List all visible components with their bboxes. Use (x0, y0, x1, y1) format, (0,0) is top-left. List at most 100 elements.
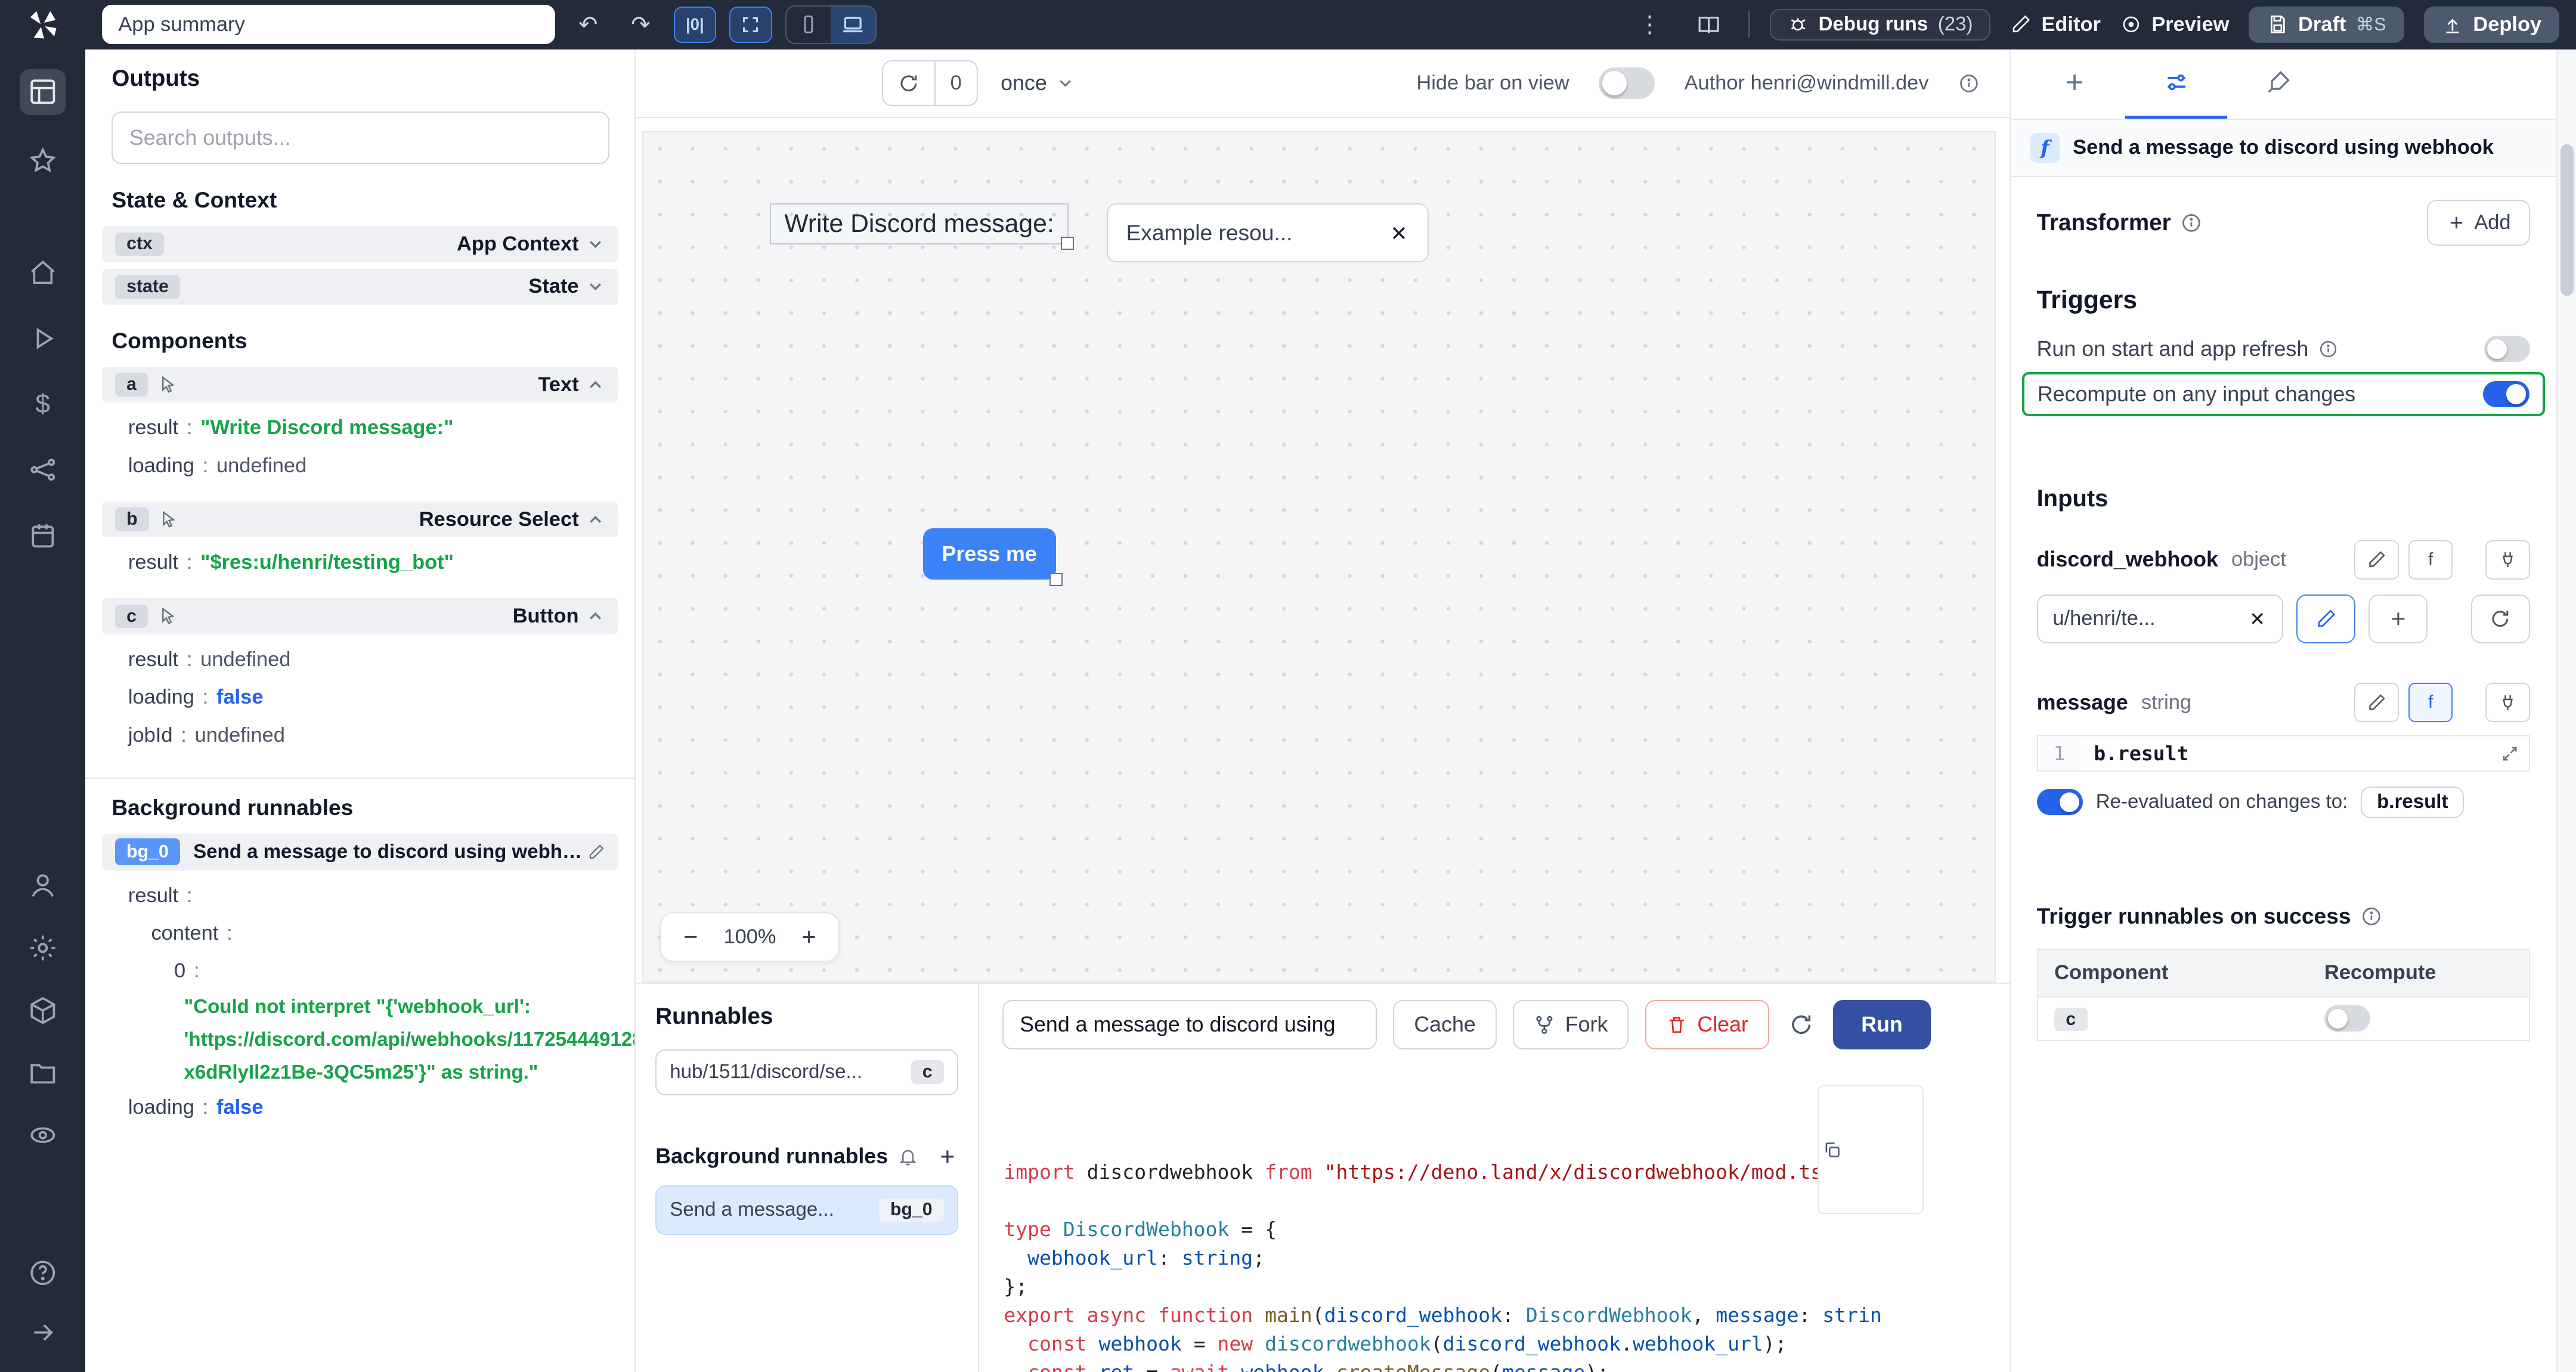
runnable-hub-item[interactable]: hub/1511/discord/se... c (655, 1049, 958, 1095)
editor-tab[interactable]: Editor (2010, 13, 2101, 36)
info-icon[interactable] (2361, 906, 2382, 927)
recompute-component-toggle[interactable] (2324, 1005, 2370, 1032)
recompute-label: Recompute on any input changes (2038, 382, 2355, 407)
resize-handle[interactable] (1049, 573, 1063, 586)
clear-icon[interactable] (2247, 609, 2267, 628)
output-row: loading: undefined (85, 447, 634, 485)
ctx-row[interactable]: ctx App Context (102, 226, 618, 262)
output-row: result: "Write Discord message:" (85, 409, 634, 447)
info-icon[interactable] (2181, 212, 2202, 234)
folders-icon[interactable] (20, 1050, 66, 1096)
clear-button[interactable]: Clear (1645, 1000, 1769, 1049)
static-edit-icon[interactable] (2354, 540, 2398, 580)
expand-editor-icon[interactable] (2501, 745, 2529, 763)
edit-resource-button[interactable] (2296, 594, 2355, 644)
component-a-header[interactable]: a Text (102, 367, 618, 403)
chevron-down-icon[interactable] (586, 234, 605, 254)
refresh-icon (1789, 1012, 1813, 1037)
home-icon[interactable] (20, 250, 66, 296)
resources-icon[interactable] (20, 447, 66, 493)
copy-code-icon[interactable] (1818, 1085, 1924, 1214)
search-outputs-input[interactable] (112, 112, 609, 164)
chevron-up-icon[interactable] (586, 510, 605, 529)
more-menu-button[interactable]: ⋮ (1630, 7, 1670, 43)
resource-value-select[interactable]: u/henri/te... (2037, 594, 2283, 644)
mobile-view-button[interactable] (787, 7, 831, 43)
text-component[interactable]: Write Discord message: (770, 203, 1068, 245)
windmill-logo[interactable] (26, 0, 59, 49)
expression-editor[interactable]: 1 b.result (2037, 735, 2530, 772)
state-row[interactable]: state State (102, 269, 618, 305)
refresh-app-button[interactable] (883, 61, 934, 105)
resize-handle[interactable] (1061, 237, 1074, 250)
component-settings-tab[interactable] (2125, 49, 2227, 119)
fit-to-view-button[interactable]: |0| (674, 7, 717, 43)
bg-runnable-header[interactable]: bg_0 Send a message to discord using web… (102, 834, 618, 871)
cache-button[interactable]: Cache (1393, 1000, 1497, 1049)
styling-tab[interactable] (2227, 49, 2329, 119)
eye-icon[interactable] (20, 1112, 66, 1158)
add-resource-button[interactable] (2368, 594, 2428, 644)
reevaluate-dependency-badge[interactable]: b.result (2361, 786, 2464, 818)
chevron-up-icon[interactable] (586, 606, 605, 626)
star-icon[interactable] (20, 138, 66, 184)
app-canvas[interactable]: Write Discord message: Example resou... … (642, 131, 1996, 982)
add-background-runnable-button[interactable] (937, 1146, 958, 1167)
deploy-button[interactable]: Deploy (2424, 7, 2560, 43)
runnable-name-input[interactable]: Send a message to discord using (1002, 1000, 1377, 1049)
redo-button[interactable]: ↷ (621, 7, 660, 43)
static-edit-icon[interactable] (2354, 683, 2398, 722)
scrollbar-thumb[interactable] (2560, 144, 2574, 295)
settings-icon[interactable] (20, 925, 66, 971)
eval-mode-icon[interactable]: f (2408, 683, 2453, 722)
chevron-up-icon[interactable] (586, 375, 605, 395)
run-on-start-toggle[interactable] (2484, 336, 2530, 362)
zoom-in-button[interactable]: + (786, 915, 832, 958)
connect-plug-icon[interactable] (2485, 540, 2529, 580)
runs-icon[interactable] (20, 315, 66, 361)
debug-runs-button[interactable]: Debug runs (23) (1770, 9, 1990, 41)
refresh-interval-dropdown[interactable]: once (1001, 71, 1075, 95)
schedules-icon[interactable] (20, 512, 66, 558)
workers-icon[interactable] (20, 987, 66, 1033)
info-icon[interactable] (2318, 339, 2338, 359)
variables-icon[interactable]: $ (20, 381, 66, 427)
runnable-bg-item-selected[interactable]: Send a message... bg_0 (655, 1185, 958, 1235)
code-editor[interactable]: import discordwebhook from "https://deno… (979, 1063, 2009, 1372)
add-transformer-button[interactable]: Add (2427, 200, 2530, 246)
clear-selection-icon[interactable] (1388, 222, 1410, 244)
eval-mode-icon[interactable]: f (2408, 540, 2453, 580)
desktop-view-button[interactable] (831, 7, 875, 43)
preview-tab[interactable]: Preview (2120, 13, 2229, 36)
apps-icon[interactable] (20, 69, 66, 115)
button-component[interactable]: Press me (923, 528, 1056, 579)
component-b-header[interactable]: b Resource Select (102, 501, 618, 538)
edit-icon[interactable] (587, 843, 605, 861)
column-header: Component (2038, 949, 2308, 997)
user-icon[interactable] (20, 862, 66, 908)
zoom-out-button[interactable]: − (668, 915, 714, 958)
info-icon[interactable] (1958, 73, 1980, 94)
expand-sidebar-icon[interactable] (20, 1309, 66, 1355)
draft-button[interactable]: Draft ⌘S (2249, 7, 2404, 43)
recompute-toggle[interactable] (2483, 381, 2529, 407)
docs-book-icon[interactable] (1689, 7, 1729, 43)
undo-button[interactable]: ↶ (568, 7, 608, 43)
resource-select-component[interactable]: Example resou... (1107, 203, 1429, 262)
refresh-resource-button[interactable] (2471, 594, 2530, 644)
fork-button[interactable]: Fork (1513, 1000, 1628, 1049)
vertical-scrollbar[interactable] (2556, 49, 2576, 1372)
deploy-icon (2442, 14, 2463, 35)
run-button[interactable]: Run (1833, 1000, 1930, 1049)
fullscreen-button[interactable] (729, 7, 772, 43)
refresh-run-button[interactable] (1786, 1009, 1817, 1040)
app-summary-input[interactable] (102, 5, 555, 44)
reevaluate-toggle[interactable] (2037, 789, 2083, 815)
help-icon[interactable] (20, 1250, 66, 1296)
component-c-header[interactable]: c Button (102, 598, 618, 634)
hide-bar-toggle[interactable] (1599, 67, 1655, 98)
insert-component-tab[interactable] (2024, 49, 2126, 119)
text-component-value: Write Discord message: (784, 209, 1054, 238)
connect-plug-icon[interactable] (2485, 683, 2529, 722)
chevron-down-icon[interactable] (586, 277, 605, 296)
